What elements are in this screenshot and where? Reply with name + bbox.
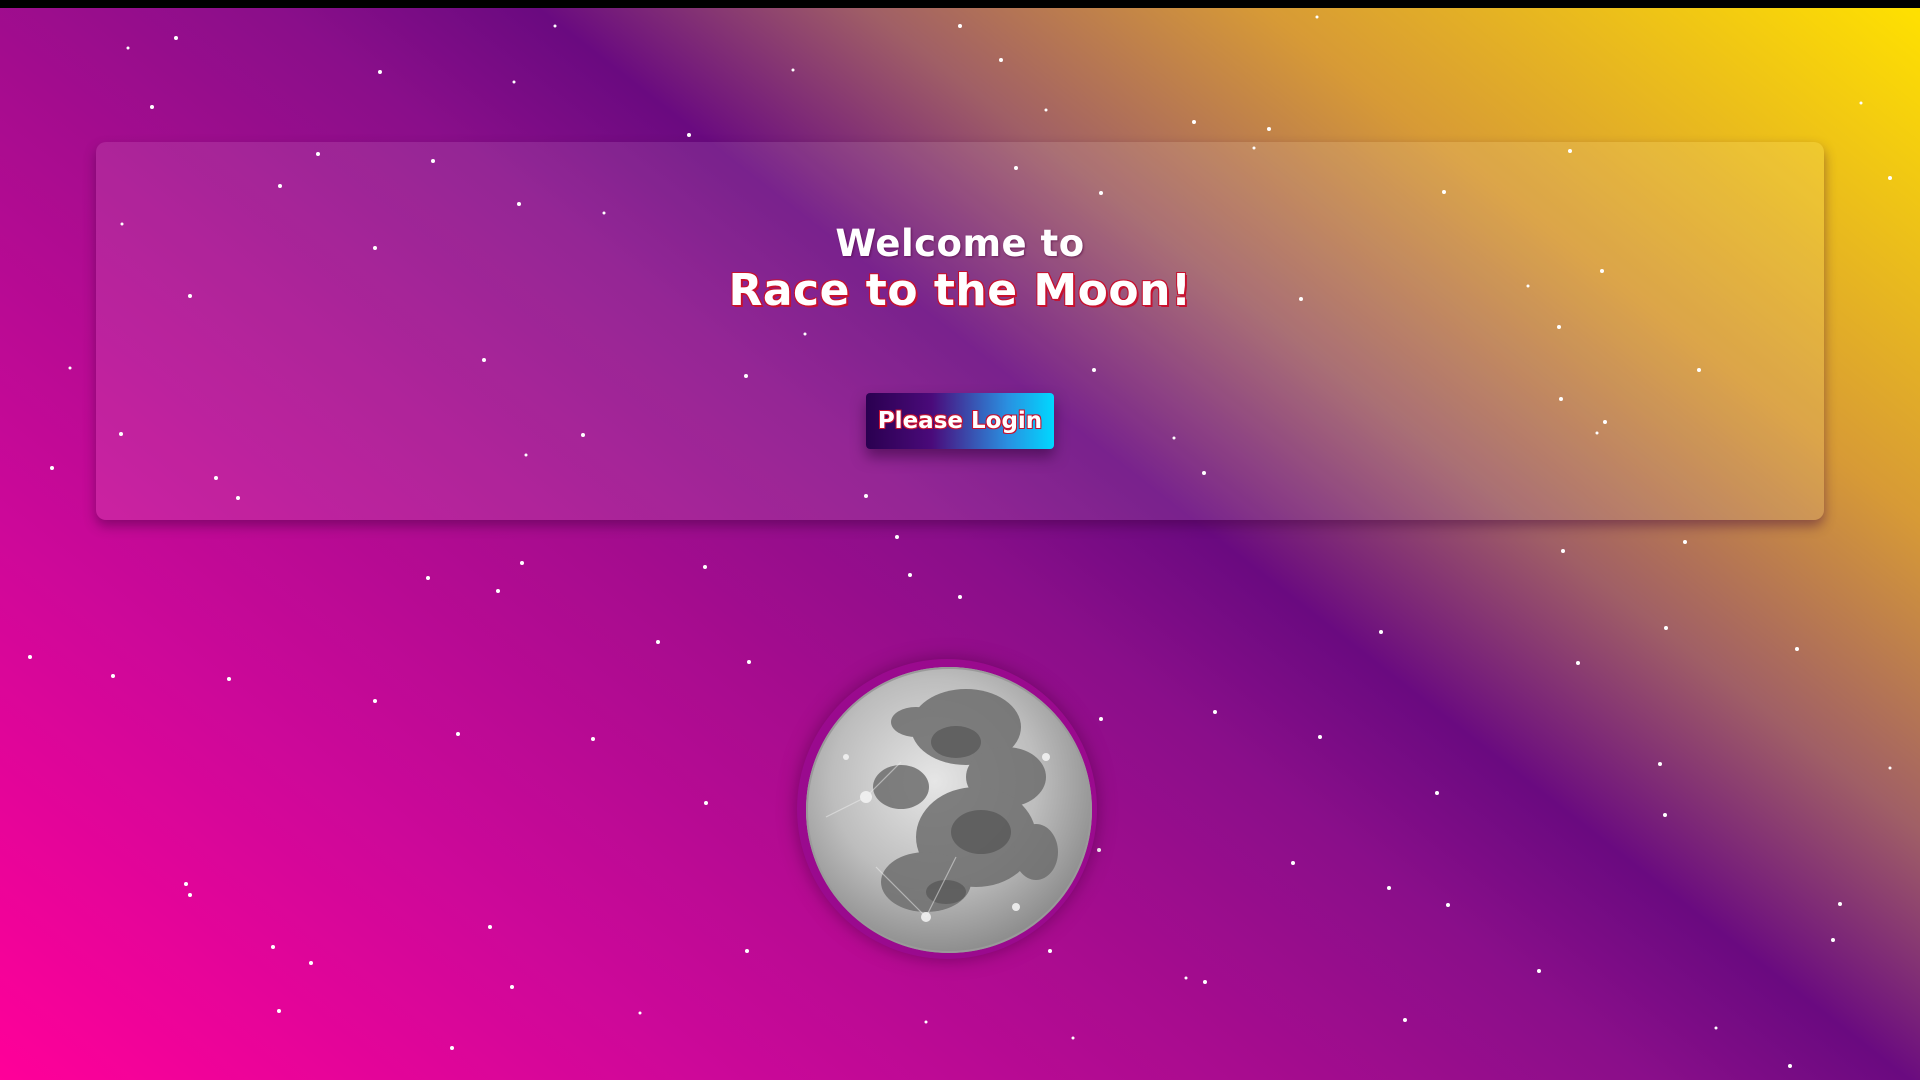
top-black-bar <box>0 0 1920 8</box>
login-button[interactable]: Please Login <box>866 393 1054 449</box>
page-title: Race to the Moon! <box>728 265 1192 316</box>
moon-illustration <box>797 659 1097 959</box>
space-background: Welcome to Race to the Moon! Please Logi… <box>0 8 1920 1080</box>
welcome-heading: Welcome to <box>835 222 1085 265</box>
moon-icon <box>806 667 1092 953</box>
welcome-panel: Welcome to Race to the Moon! Please Logi… <box>96 142 1824 520</box>
